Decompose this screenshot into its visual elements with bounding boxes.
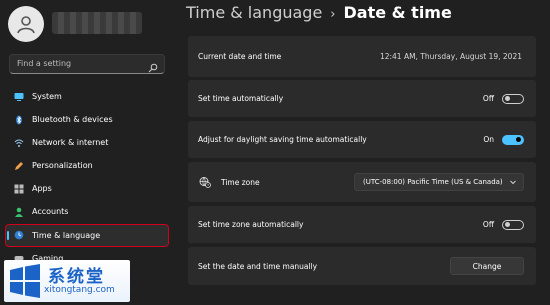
change-button[interactable]: Change xyxy=(450,257,524,275)
nav-list: System Bluetooth & devices Network & int… xyxy=(5,86,169,271)
watermark: 系统堂 xitongtang.com xyxy=(4,260,130,302)
sidebar-item-system[interactable]: System xyxy=(6,86,168,107)
set-time-auto-card: Set time automatically Off xyxy=(188,80,536,117)
set-manually-label: Set the date and time manually xyxy=(198,261,318,271)
set-timezone-auto-toggle[interactable] xyxy=(502,219,524,230)
sidebar-item-label: Bluetooth & devices xyxy=(32,115,113,125)
sidebar-item-network[interactable]: Network & internet xyxy=(6,132,168,153)
set-timezone-auto-state: Off xyxy=(482,220,494,229)
chevron-down-icon xyxy=(509,178,517,188)
sidebar-item-label: System xyxy=(32,92,62,101)
breadcrumb-parent[interactable]: Time & language xyxy=(186,3,322,22)
sidebar-item-accounts[interactable]: Accounts xyxy=(6,201,168,222)
page-title: Time & language › Date & time xyxy=(186,3,452,22)
time-zone-value: (UTC-08:00) Pacific Time (US & Canada) xyxy=(363,178,503,186)
breadcrumb-separator: › xyxy=(330,7,336,22)
sidebar-item-label: Network & internet xyxy=(32,138,109,148)
sidebar-item-label: Apps xyxy=(32,184,52,194)
sidebar-item-personalization[interactable]: Personalization xyxy=(6,155,168,176)
watermark-text-en: xitongtang.com xyxy=(44,285,115,295)
breadcrumb-current: Date & time xyxy=(343,3,452,22)
time-zone-card: Time zone (UTC-08:00) Pacific Time (US &… xyxy=(188,162,536,202)
pencil-icon xyxy=(14,161,24,171)
current-datetime-label: Current date and time xyxy=(198,52,282,61)
account-name-redacted xyxy=(52,12,142,34)
globe-clock-icon xyxy=(199,176,211,190)
search-input[interactable]: Find a setting xyxy=(9,54,165,74)
set-timezone-auto-card: Set time zone automatically Off xyxy=(188,206,536,243)
sidebar-item-label: Personalization xyxy=(32,161,93,171)
set-time-auto-state: Off xyxy=(482,94,494,103)
time-zone-label: Time zone xyxy=(221,177,260,187)
daylight-saving-toggle[interactable] xyxy=(502,134,524,145)
sidebar-item-time-language[interactable]: Time & language xyxy=(5,223,169,247)
monitor-icon xyxy=(14,92,24,102)
user-avatar[interactable] xyxy=(8,6,44,42)
set-manually-card: Set the date and time manually Change xyxy=(188,247,536,285)
person-avatar-icon xyxy=(17,16,35,34)
person-icon xyxy=(14,207,24,217)
current-datetime-value: 12:41 AM, Thursday, August 19, 2021 xyxy=(379,52,522,61)
bluetooth-icon xyxy=(14,115,24,125)
daylight-saving-card: Adjust for daylight saving time automati… xyxy=(188,121,536,158)
apps-grid-icon xyxy=(14,184,24,194)
sidebar-item-label: Time & language xyxy=(32,230,101,240)
sidebar-item-label: Accounts xyxy=(32,207,69,217)
search-placeholder: Find a setting xyxy=(17,59,72,68)
set-time-auto-label: Set time automatically xyxy=(198,94,284,103)
set-timezone-auto-label: Set time zone automatically xyxy=(198,220,304,229)
watermark-logo-icon xyxy=(8,264,42,302)
current-datetime-card: Current date and time 12:41 AM, Thursday… xyxy=(188,36,536,77)
sidebar-item-bluetooth[interactable]: Bluetooth & devices xyxy=(6,109,168,130)
daylight-saving-state: On xyxy=(483,135,494,144)
search-icon[interactable] xyxy=(148,58,158,77)
set-time-auto-toggle[interactable] xyxy=(502,93,524,104)
wifi-icon xyxy=(14,138,24,148)
daylight-saving-label: Adjust for daylight saving time automati… xyxy=(198,135,367,144)
sidebar-item-apps[interactable]: Apps xyxy=(6,178,168,199)
time-zone-dropdown[interactable]: (UTC-08:00) Pacific Time (US & Canada) xyxy=(354,173,524,191)
watermark-text-cn: 系统堂 xyxy=(48,267,105,287)
globe-clock-icon xyxy=(14,230,24,240)
